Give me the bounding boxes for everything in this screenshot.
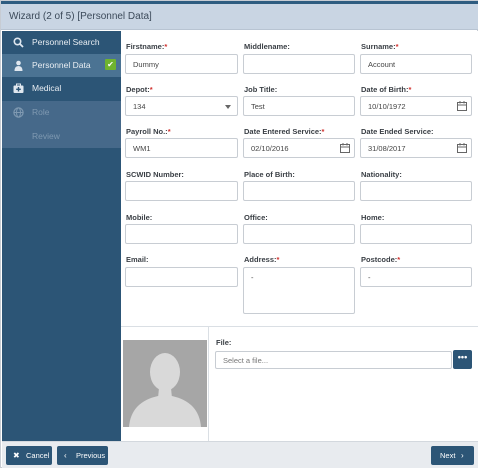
date-ended-label: Date Ended Service: xyxy=(361,127,434,136)
photo-column xyxy=(121,327,209,441)
postcode-field[interactable]: - xyxy=(360,267,472,287)
office-field[interactable] xyxy=(243,224,355,244)
middlename-label: Middlename: xyxy=(244,42,290,51)
check-icon: ✔ xyxy=(105,59,116,70)
email-label: Email: xyxy=(126,255,149,264)
step-label: Personnel Search xyxy=(32,37,100,47)
depot-label: Depot:* xyxy=(126,85,153,94)
search-icon xyxy=(13,37,24,48)
home-label: Home: xyxy=(361,213,385,222)
place-of-birth-field[interactable] xyxy=(243,181,355,201)
address-textarea[interactable]: - xyxy=(243,267,355,314)
previous-button[interactable]: ‹ Previous xyxy=(57,446,108,465)
step-label: Review xyxy=(32,131,60,141)
close-icon: ✖ xyxy=(13,451,20,460)
file-label: File: xyxy=(216,338,232,347)
dob-field[interactable]: 10/10/1972 xyxy=(360,96,472,116)
cancel-button[interactable]: ✖ Cancel xyxy=(6,446,52,465)
step-review: Review xyxy=(2,125,121,148)
scwid-field[interactable] xyxy=(125,181,238,201)
firstname-label: Firstname:* xyxy=(126,42,168,51)
step-label: Role xyxy=(32,107,50,117)
wizard-steps-sidebar: Personnel Search Personnel Data ✔ Medica… xyxy=(2,31,121,441)
nationality-label: Nationality: xyxy=(361,170,402,179)
dob-label: Date of Birth:* xyxy=(361,85,412,94)
globe-icon xyxy=(13,107,24,118)
place-of-birth-label: Place of Birth: xyxy=(244,170,295,179)
office-label: Office: xyxy=(244,213,268,222)
chevron-left-icon: ‹ xyxy=(64,451,67,460)
medical-kit-icon xyxy=(13,83,24,94)
job-title-label: Job Title: xyxy=(244,85,278,94)
file-input[interactable]: Select a file... xyxy=(215,351,452,369)
payroll-label: Payroll No.:* xyxy=(126,127,171,136)
address-label: Address:* xyxy=(244,255,280,264)
step-personnel-data[interactable]: Personnel Data ✔ xyxy=(2,54,121,77)
payroll-field[interactable]: WM1 xyxy=(125,138,238,158)
postcode-label: Postcode:* xyxy=(361,255,401,264)
step-label: Personnel Data xyxy=(32,60,91,70)
step-medical[interactable]: Medical xyxy=(2,77,121,100)
chevron-down-icon xyxy=(225,105,231,109)
wizard-window: Wizard (2 of 5) [Personnel Data] Personn… xyxy=(0,0,478,468)
surname-field[interactable]: Account xyxy=(360,54,472,74)
date-entered-label: Date Entered Service:* xyxy=(244,127,325,136)
next-button[interactable]: Next › xyxy=(431,446,474,465)
date-entered-field[interactable]: 02/10/2016 xyxy=(243,138,355,158)
middlename-field[interactable] xyxy=(243,54,355,74)
depot-select[interactable]: 134 xyxy=(125,96,238,116)
step-label: Medical xyxy=(32,83,62,93)
user-icon xyxy=(13,60,24,71)
calendar-icon[interactable] xyxy=(457,143,467,153)
step-personnel-search[interactable]: Personnel Search xyxy=(2,31,121,54)
surname-label: Surname:* xyxy=(361,42,399,51)
email-field[interactable] xyxy=(125,267,238,287)
person-silhouette-icon xyxy=(123,340,207,427)
browse-file-button[interactable]: ••• xyxy=(453,350,472,369)
calendar-icon[interactable] xyxy=(340,143,350,153)
chevron-right-icon: › xyxy=(461,451,464,460)
wizard-footer: ✖ Cancel ‹ Previous Next › xyxy=(2,441,478,468)
mobile-field[interactable] xyxy=(125,224,238,244)
mobile-label: Mobile: xyxy=(126,213,153,222)
step-role: Role xyxy=(2,101,121,124)
scwid-label: SCWID Number: xyxy=(126,170,184,179)
calendar-icon[interactable] xyxy=(457,101,467,111)
job-title-field[interactable]: Test xyxy=(243,96,355,116)
title-bar: Wizard (2 of 5) [Personnel Data] xyxy=(1,4,478,30)
window-title: Wizard (2 of 5) [Personnel Data] xyxy=(9,11,152,22)
avatar-placeholder xyxy=(123,340,207,427)
date-ended-field[interactable]: 31/08/2017 xyxy=(360,138,472,158)
firstname-field[interactable]: Dummy xyxy=(125,54,238,74)
nationality-field[interactable] xyxy=(360,181,472,201)
home-field[interactable] xyxy=(360,224,472,244)
